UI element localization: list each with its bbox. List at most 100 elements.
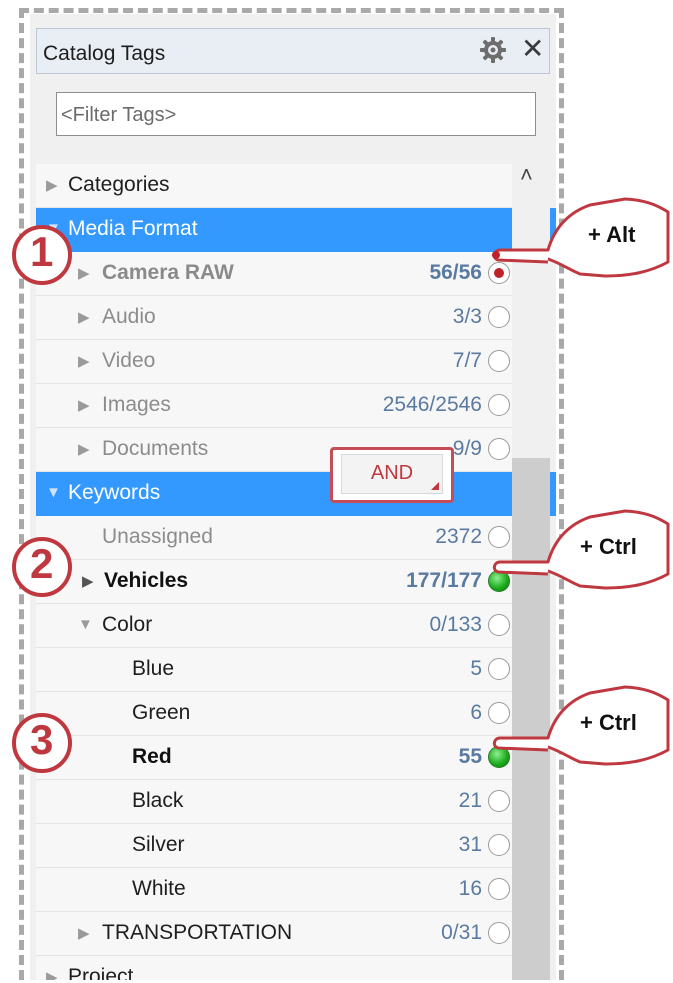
tag-filter-radio[interactable] <box>488 306 510 328</box>
tree-row-white[interactable]: White 16 <box>36 868 512 912</box>
triangle-right-icon[interactable]: ▶ <box>78 308 90 326</box>
tag-filter-radio[interactable] <box>488 614 510 636</box>
and-operator-button[interactable]: AND <box>341 454 443 494</box>
step-number-2: 2 <box>30 540 54 587</box>
tree-row-label: Unassigned <box>102 525 213 548</box>
triangle-right-icon[interactable]: ▶ <box>46 968 58 980</box>
tree-row-label: Media Format <box>68 217 198 240</box>
filter-tags-field[interactable] <box>56 92 536 136</box>
tree-row-black[interactable]: Black 21 <box>36 780 512 824</box>
catalog-tags-panel: Catalog Tags ✕ ▶ Categories ▼ Media Form… <box>30 14 556 980</box>
tag-count: 177/177 <box>406 569 482 592</box>
gear-icon[interactable] <box>478 35 508 65</box>
tag-filter-radio[interactable] <box>488 658 510 680</box>
tree-row-label: Blue <box>132 657 175 680</box>
tag-filter-radio[interactable] <box>488 878 510 900</box>
tag-count: 6 <box>470 701 482 724</box>
tag-tree: ▶ Categories ▼ Media Format ▶ Camera RAW… <box>36 164 556 980</box>
tag-count: 16 <box>458 877 482 900</box>
tree-row-media-format[interactable]: ▼ Media Format <box>36 208 556 252</box>
close-icon[interactable]: ✕ <box>521 34 544 64</box>
tag-count: 0/31 <box>441 921 482 944</box>
scrollbar-thumb[interactable] <box>512 458 550 980</box>
tree-row-label: Green <box>132 701 191 724</box>
step-number-3: 3 <box>30 716 54 763</box>
tree-row-label: Project <box>68 965 134 980</box>
dashed-frame-top <box>19 8 564 13</box>
tree-row-label: Images <box>102 393 171 416</box>
triangle-down-icon[interactable]: ▼ <box>46 484 61 501</box>
triangle-right-icon[interactable]: ▶ <box>78 924 90 942</box>
tree-scrollbar[interactable]: ˄ <box>512 162 550 980</box>
triangle-right-icon[interactable]: ▶ <box>82 572 94 590</box>
tag-count: 5 <box>470 657 482 680</box>
tree-row-label: Color <box>102 613 153 636</box>
triangle-right-icon[interactable]: ▶ <box>78 396 90 414</box>
tree-row-camera-raw[interactable]: ▶ Camera RAW 56/56 <box>36 252 512 296</box>
tree-row-transportation[interactable]: ▶ TRANSPORTATION 0/31 <box>36 912 512 956</box>
tag-count: 0/133 <box>429 613 482 636</box>
tree-row-label: Vehicles <box>104 569 189 592</box>
triangle-right-icon[interactable]: ▶ <box>78 440 90 458</box>
tree-row-label: Documents <box>102 437 209 460</box>
tree-row-label: Camera RAW <box>102 261 234 284</box>
tag-count: 2372 <box>435 525 482 548</box>
triangle-right-icon[interactable]: ▶ <box>78 264 90 282</box>
tree-row-vehicles[interactable]: ▶ Vehicles 177/177 <box>36 560 512 604</box>
tree-row-blue[interactable]: Blue 5 <box>36 648 512 692</box>
tag-filter-radio[interactable] <box>488 702 510 724</box>
and-operator-callout: AND <box>330 447 454 503</box>
and-operator-label: AND <box>370 462 414 484</box>
tree-row-label: Keywords <box>68 481 161 504</box>
tag-filter-radio[interactable] <box>488 922 510 944</box>
tag-filter-radio[interactable] <box>488 350 510 372</box>
tree-row-label: Silver <box>132 833 185 856</box>
tag-filter-radio[interactable] <box>488 526 510 548</box>
triangle-right-icon[interactable]: ▶ <box>78 352 90 370</box>
tree-row-project[interactable]: ▶ Project <box>36 956 512 980</box>
tree-row-label: Black <box>132 789 184 812</box>
tag-filter-radio[interactable] <box>488 570 510 592</box>
triangle-right-icon[interactable]: ▶ <box>46 176 58 194</box>
tag-count: 2546/2546 <box>382 393 482 416</box>
tag-filter-radio[interactable] <box>488 746 510 768</box>
tag-filter-radio[interactable] <box>488 834 510 856</box>
tag-count: 7/7 <box>452 349 482 372</box>
tree-row-video[interactable]: ▶ Video 7/7 <box>36 340 512 384</box>
dropdown-corner-icon <box>431 482 439 490</box>
tag-count: 55 <box>458 745 482 768</box>
tag-filter-radio[interactable] <box>488 394 510 416</box>
tag-filter-radio[interactable] <box>488 438 510 460</box>
dashed-frame-right <box>559 8 564 980</box>
tag-count: 31 <box>458 833 482 856</box>
triangle-down-icon[interactable]: ▼ <box>78 616 93 633</box>
hint-alt: + Alt <box>588 222 636 247</box>
dashed-frame-left <box>19 8 24 980</box>
filter-tags-input[interactable] <box>59 95 533 135</box>
tree-row-label: Audio <box>102 305 156 328</box>
tree-row-label: Video <box>102 349 156 372</box>
panel-title: Catalog Tags <box>43 42 166 65</box>
hint-ctrl-red: + Ctrl <box>580 710 637 735</box>
tree-row-label: White <box>132 877 186 900</box>
tag-filter-radio[interactable] <box>488 790 510 812</box>
tree-row-images[interactable]: ▶ Images 2546/2546 <box>36 384 512 428</box>
hint-ctrl-vehicles: + Ctrl <box>580 534 637 559</box>
tree-row-keywords[interactable]: ▼ Keywords <box>36 472 556 516</box>
tree-row-categories[interactable]: ▶ Categories <box>36 164 512 208</box>
tree-row-unassigned[interactable]: Unassigned 2372 <box>36 516 512 560</box>
step-number-1: 1 <box>30 228 54 275</box>
tag-count: 21 <box>458 789 482 812</box>
tag-count: 3/3 <box>452 305 482 328</box>
tag-filter-radio[interactable] <box>488 262 510 284</box>
tag-count: 9/9 <box>452 437 482 460</box>
panel-header: Catalog Tags ✕ <box>36 28 550 74</box>
tree-row-red[interactable]: Red 55 <box>36 736 512 780</box>
tree-row-green[interactable]: Green 6 <box>36 692 512 736</box>
tree-row-label: TRANSPORTATION <box>102 921 293 944</box>
tree-row-silver[interactable]: Silver 31 <box>36 824 512 868</box>
chevron-up-icon[interactable]: ˄ <box>520 160 533 190</box>
tree-row-color[interactable]: ▼ Color 0/133 <box>36 604 512 648</box>
tree-row-audio[interactable]: ▶ Audio 3/3 <box>36 296 512 340</box>
tag-count: 56/56 <box>429 261 482 284</box>
